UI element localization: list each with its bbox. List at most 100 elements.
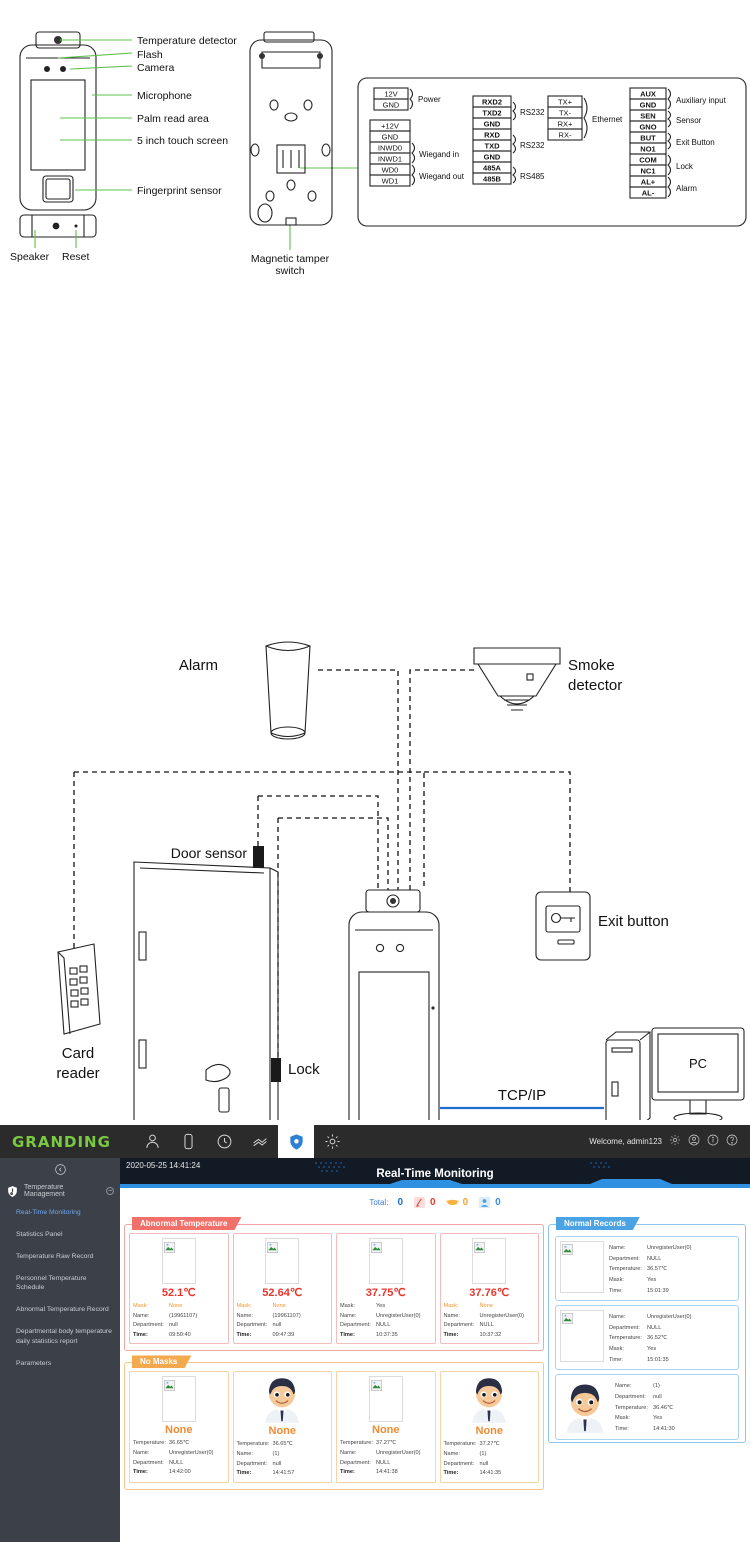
abnormal-card[interactable]: 52.64℃ Mask: None Name: (19961107) Departm…: [232, 1233, 332, 1345]
field-time: Time: 09:50:40: [133, 1331, 225, 1341]
sidebar-collapse-button[interactable]: [0, 1158, 120, 1180]
abnormal-card[interactable]: 52.1℃ Mask: None Name: (19961107) Departme…: [129, 1233, 229, 1345]
callout-fingerprint-sensor: Fingerprint sensor: [137, 185, 222, 197]
welcome-text: Welcome, admin123: [589, 1137, 662, 1146]
nav-settings-gear-icon[interactable]: [314, 1125, 350, 1158]
field-temperature: Temperature: 37.27℃: [444, 1440, 536, 1450]
field-value-temperature: 37.27℃: [479, 1441, 500, 1448]
callout-palm-read-area: Palm read area: [137, 113, 209, 125]
label-tcpip: TCP/IP: [498, 1087, 546, 1104]
field-value-time: 09:50:40: [169, 1331, 191, 1338]
temperature-shield-icon: [6, 1185, 19, 1198]
field-label-time: Time:: [236, 1470, 252, 1477]
terminal-label-rs232-b: RS232: [520, 141, 545, 150]
nav-temperature-shield-icon[interactable]: [278, 1125, 314, 1158]
diagram-door-installation: Alarm Smoke detector Door sensor Lock Ca…: [0, 600, 750, 1120]
counter-nomask: 0: [445, 1195, 468, 1210]
broken-image-icon: [370, 1240, 382, 1253]
field-name: Name: (1): [237, 1450, 329, 1460]
nomask-card[interactable]: None Temperature: 37.27℃ Name: UnregisterU…: [336, 1371, 436, 1483]
person-count-icon: [479, 1196, 491, 1208]
terminal-label-wiegand-in: Wiegand in: [419, 150, 459, 159]
field-time: Time: 10:37:32: [444, 1331, 536, 1341]
nomask-card[interactable]: None Temperature: 36.65℃ Name: (1) Departm…: [232, 1371, 332, 1483]
field-value-time: 14:41:57: [272, 1470, 295, 1477]
field-department: Department: null: [444, 1460, 536, 1470]
field-department: Department: null: [237, 1460, 329, 1470]
callout-flash: Flash: [137, 49, 163, 61]
pin-rxd2: RXD2: [482, 98, 502, 107]
field-value-mask: None: [272, 1303, 286, 1309]
pin-gno: GNO: [639, 123, 656, 132]
abnormal-card[interactable]: 37.76℃ Mask: None Name: UnregisterUser(0) …: [439, 1233, 539, 1345]
field-value-name: UnregisterUser(0): [479, 1312, 524, 1319]
field-label-temperature: Temperature:: [340, 1440, 373, 1447]
pin-txd2: TXD2: [482, 109, 501, 118]
sidebar-group-temperature-management[interactable]: Temperature Management −: [0, 1180, 120, 1202]
mask-status-value: None: [268, 1425, 297, 1438]
terminal-label-ethernet: Ethernet: [592, 115, 623, 124]
main-nav[interactable]: [134, 1125, 350, 1158]
field-label-department: Department:: [443, 1460, 475, 1467]
label-pc-3: PC: [689, 1056, 707, 1071]
pin-rxminus: RX-: [559, 131, 572, 140]
abnormal-card[interactable]: 37.75℃ Mask: Yes Name: UnregisterUser(0) D…: [336, 1233, 436, 1345]
sidebar-item-departmental-daily-report[interactable]: Departmental body temperature daily stat…: [0, 1321, 120, 1353]
callout-camera: Camera: [137, 62, 175, 74]
avatar-illustration: [472, 1378, 507, 1424]
field-value-time: 09:47:39: [272, 1331, 295, 1338]
field-time: Time: 14:41:57: [237, 1469, 329, 1479]
nav-personnel-icon[interactable]: [134, 1125, 170, 1158]
sidebar-group-toggle-icon[interactable]: −: [106, 1187, 114, 1195]
pin-wd1: WD1: [382, 177, 399, 186]
field-department: Department: null: [133, 1321, 225, 1331]
lock-icon: [271, 1058, 281, 1082]
nav-access-control-icon[interactable]: [242, 1125, 278, 1158]
sidebar-item-personnel-temperature-schedule[interactable]: Personnel Temperature Schedule: [0, 1268, 120, 1300]
field-value-time: 10:37:32: [479, 1331, 502, 1338]
pin-alminus: AL-: [642, 189, 655, 198]
field-name: Name: UnregisterUser(0): [133, 1449, 225, 1459]
sidebar-item-real-time-monitoring[interactable]: Real-Time Monitoring: [0, 1202, 120, 1224]
pin-inwd0: INWD0: [378, 144, 402, 153]
field-label-temperature: Temperature:: [133, 1440, 166, 1447]
diagram2-svg: Temperature detector Flash Camera Microp…: [0, 0, 750, 290]
field-label-time: Time:: [133, 1469, 148, 1476]
avatar-illustration: [265, 1378, 300, 1424]
nav-attendance-clock-icon[interactable]: [206, 1125, 242, 1158]
field-label-name: Name:: [443, 1312, 460, 1319]
nomask-card[interactable]: None Temperature: 37.27℃ Name: (1) Departm…: [439, 1371, 539, 1483]
temperature-value: 52.1℃: [161, 1287, 196, 1299]
nav-device-icon[interactable]: [170, 1125, 206, 1158]
field-name: Name: (19961107): [133, 1312, 225, 1322]
pin-12v: 12V: [384, 90, 397, 99]
sidebar-item-parameters[interactable]: Parameters: [0, 1353, 120, 1375]
sidebar-item-temperature-raw-record[interactable]: Temperature Raw Record: [0, 1246, 120, 1268]
nomask-card[interactable]: None Temperature: 36.65℃ Name: UnregisterU…: [129, 1371, 229, 1483]
pin-rxd: RXD: [484, 131, 500, 140]
field-value-name: UnregisterUser(0): [376, 1450, 421, 1457]
field-label-time: Time:: [443, 1331, 459, 1338]
totals-bar: Total: 0 0 0 0: [120, 1191, 750, 1213]
sidebar-item-abnormal-temperature-record[interactable]: Abnormal Temperature Record: [0, 1299, 120, 1321]
field-time: Time: 09:47:39: [237, 1331, 329, 1341]
section-normal-records: Normal Records Name: UnregisterUser(0) De…: [548, 1217, 746, 1444]
pin-485a: 485A: [483, 164, 502, 173]
sidebar-item-statistics-panel[interactable]: Statistics Panel: [0, 1224, 120, 1246]
topbar-gear-icon[interactable]: [669, 1133, 681, 1151]
label-door-sensor: Door sensor: [171, 845, 248, 861]
topbar-user-icon[interactable]: [688, 1133, 700, 1151]
broken-image-icon: [474, 1240, 486, 1253]
temperature-value: 37.75℃: [365, 1287, 406, 1299]
app-topbar: GRANDING Welcome, admin123: [0, 1125, 750, 1158]
field-label-department: Department:: [236, 1322, 268, 1329]
topbar-info-icon[interactable]: [707, 1133, 719, 1151]
field-value-department: NULL: [376, 1322, 391, 1329]
topbar-right: Welcome, admin123: [589, 1133, 744, 1151]
terminal-label-power: Power: [418, 95, 441, 104]
topbar-help-icon[interactable]: [726, 1133, 738, 1151]
photo-thumbnail: [265, 1238, 300, 1284]
mask-status-value: None: [475, 1425, 504, 1438]
terminal-label-lock: Lock: [676, 162, 694, 171]
callout-microphone: Microphone: [137, 90, 192, 102]
